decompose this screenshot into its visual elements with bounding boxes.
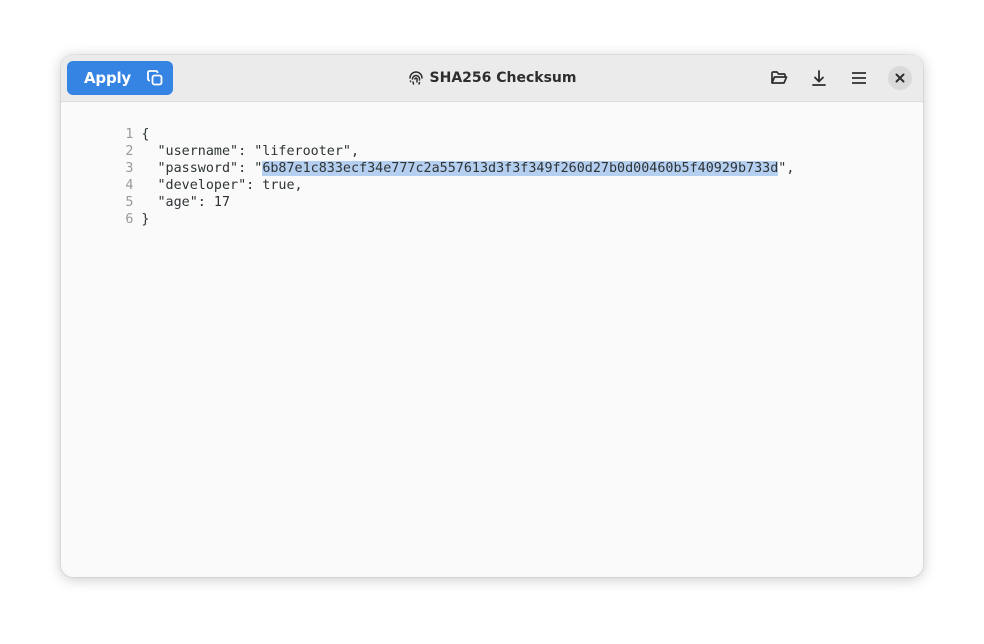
line-number: 6 <box>125 212 134 227</box>
editor-line: 4 "developer": true, <box>61 160 302 193</box>
editor-line: 1{ <box>61 109 149 142</box>
line-text-suffix: ", <box>778 161 795 176</box>
headerbar: Apply SHA256 Checksum <box>61 55 923 102</box>
download-icon[interactable] <box>809 68 829 88</box>
window-title-text: SHA256 Checksum <box>429 70 577 86</box>
line-text: } <box>141 212 150 227</box>
fingerprint-icon <box>408 70 424 86</box>
window-title: SHA256 Checksum <box>61 55 923 101</box>
editor-line: 3 "password": "6b87e1c833ecf34e777c2a557… <box>61 143 794 176</box>
folder-open-icon[interactable] <box>769 68 789 88</box>
selected-text[interactable]: 6b87e1c833ecf34e777c2a557613d3f3f349f260… <box>262 161 779 176</box>
line-text: "age": 17 <box>141 195 231 210</box>
close-button[interactable] <box>888 66 912 90</box>
editor-line: 6} <box>61 194 149 227</box>
app-window: Apply SHA256 Checksum 1 {2 "username": … <box>61 55 923 577</box>
editor-line: 5 "age": 17 <box>61 177 230 210</box>
close-icon <box>895 73 905 83</box>
hamburger-menu-icon[interactable] <box>849 68 869 88</box>
text-editor[interactable]: 1{ 2 "username": "liferooter", 3 "passwo… <box>61 102 923 577</box>
editor-line: 2 "username": "liferooter", <box>61 126 359 159</box>
